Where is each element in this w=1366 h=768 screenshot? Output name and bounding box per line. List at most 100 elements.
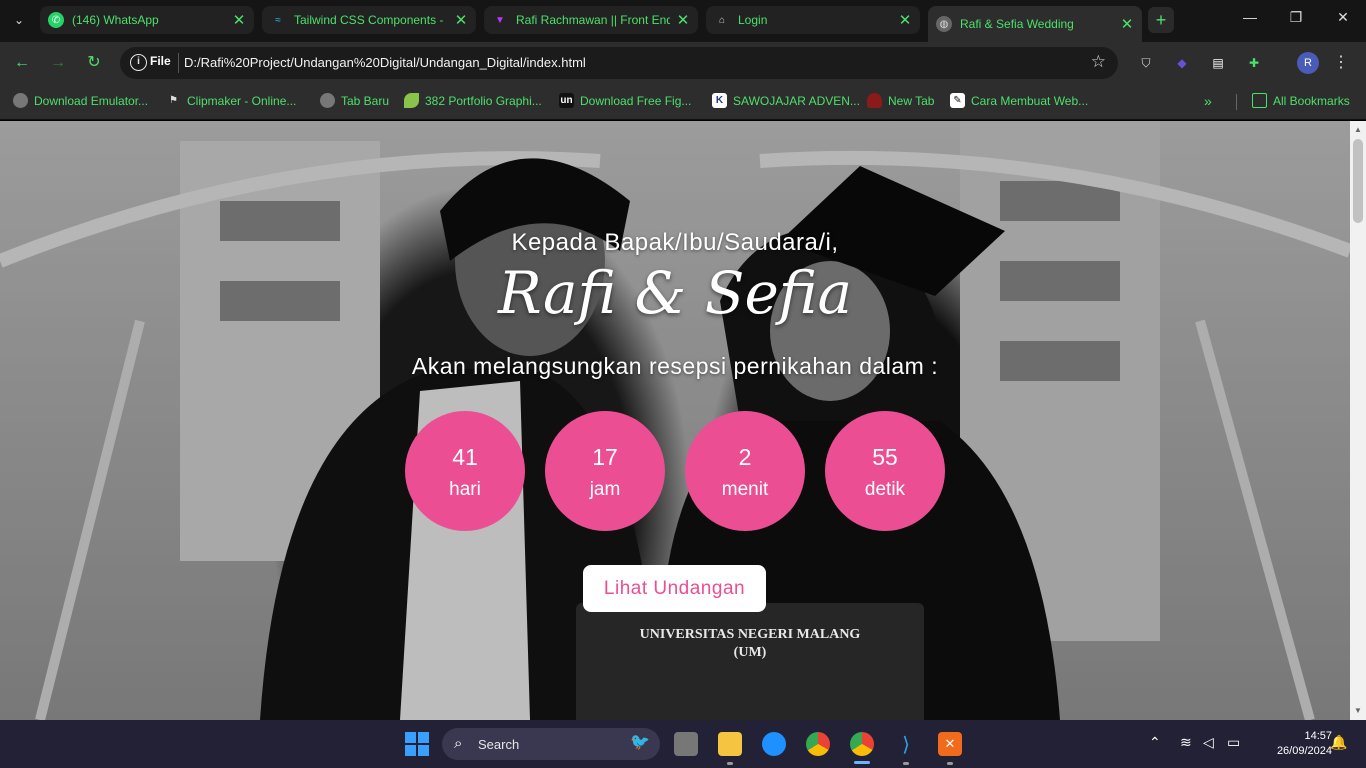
bookmark-item[interactable]: Tab Baru bbox=[320, 93, 389, 108]
bookmark-label: Cara Membuat Web... bbox=[971, 93, 1089, 108]
star-icon[interactable]: ☆ bbox=[1091, 52, 1106, 72]
close-icon[interactable]: ✕ bbox=[232, 11, 246, 29]
open-invitation-button[interactable]: Lihat Undangan bbox=[583, 565, 766, 612]
scroll-up-icon[interactable]: ▲ bbox=[1353, 125, 1363, 134]
countdown-unit: detik bbox=[864, 479, 906, 500]
couple-names: Rafi & Sefia bbox=[497, 259, 853, 327]
leaf-icon bbox=[404, 93, 419, 108]
close-icon[interactable]: ✕ bbox=[454, 11, 468, 29]
un-icon: un bbox=[559, 93, 574, 108]
bookmark-item[interactable]: 382 Portfolio Graphi... bbox=[404, 93, 542, 108]
scheme-chip[interactable]: File bbox=[150, 54, 171, 68]
bookmark-item[interactable]: Download Emulator... bbox=[13, 93, 148, 108]
diamond-extension-icon[interactable]: ◆ bbox=[1173, 54, 1191, 72]
tab-search-button[interactable]: ⌄ bbox=[6, 8, 32, 32]
windows-taskbar: ⌕ Search 🐦 ⟩ ✕ ⌃ ≋ ◁ ▭ 14:57 26/09/2024 … bbox=[0, 720, 1366, 768]
running-indicator bbox=[727, 762, 733, 765]
edge-icon[interactable] bbox=[762, 732, 786, 756]
system-clock[interactable]: 14:57 26/09/2024 bbox=[1252, 729, 1332, 759]
bookmark-label: 382 Portfolio Graphi... bbox=[425, 93, 542, 108]
globe-icon bbox=[13, 93, 28, 108]
bookmark-item[interactable]: K SAWOJAJAR ADVEN... bbox=[712, 93, 860, 108]
tab-title: Tailwind CSS Components - bbox=[294, 13, 444, 27]
menu-kebab-icon[interactable]: ⋮ bbox=[1333, 52, 1349, 72]
search-icon: ⌕ bbox=[454, 735, 463, 752]
tab-title: Rafi & Sefia Wedding bbox=[960, 17, 1074, 31]
volume-icon[interactable]: ◁ bbox=[1203, 734, 1214, 751]
diploma-book: UNIVERSITAS NEGERI MALANG (UM) bbox=[576, 603, 924, 720]
wifi-icon[interactable]: ≋ bbox=[1180, 734, 1192, 751]
home-icon: ⌂ bbox=[718, 14, 726, 26]
info-icon[interactable]: i bbox=[130, 54, 147, 71]
bookmark-item[interactable]: New Tab bbox=[867, 93, 934, 108]
close-window-icon[interactable]: ✕ bbox=[1331, 9, 1355, 26]
chrome-icon[interactable] bbox=[806, 732, 830, 756]
address-bar[interactable]: i File D:/Rafi%20Project/Undangan%20Digi… bbox=[120, 47, 1118, 79]
chevron-right-icon[interactable]: » bbox=[1204, 93, 1212, 109]
bookmark-label: Clipmaker - Online... bbox=[187, 93, 297, 108]
scroll-down-icon[interactable]: ▼ bbox=[1353, 706, 1363, 715]
shield-extension-icon[interactable]: ⛉ bbox=[1137, 54, 1155, 72]
close-icon[interactable]: ✕ bbox=[1120, 15, 1134, 33]
tab-tailwind[interactable]: ≈ Tailwind CSS Components - ✕ bbox=[262, 6, 476, 34]
notification-bell-icon[interactable]: 🔔 bbox=[1330, 734, 1347, 751]
countdown-value: 41 bbox=[452, 444, 478, 470]
bookmark-item[interactable]: un Download Free Fig... bbox=[559, 93, 691, 108]
minimize-icon[interactable]: — bbox=[1238, 9, 1262, 25]
k-icon: K bbox=[712, 93, 727, 108]
browser-toolbar: ← → ↻ i File D:/Rafi%20Project/Undangan%… bbox=[0, 42, 1366, 84]
taskbar-search[interactable]: ⌕ Search 🐦 bbox=[442, 728, 660, 760]
chrome-profile-icon[interactable] bbox=[850, 732, 874, 756]
new-tab-button[interactable]: + bbox=[1148, 7, 1174, 33]
tab-title: Login bbox=[738, 13, 768, 27]
close-icon[interactable]: ✕ bbox=[676, 11, 690, 29]
profile-avatar[interactable]: R bbox=[1297, 52, 1319, 74]
url-text[interactable]: D:/Rafi%20Project/Undangan%20Digital/Und… bbox=[184, 55, 586, 70]
windows-start-icon[interactable] bbox=[405, 732, 429, 756]
vscode-icon[interactable]: ⟩ bbox=[894, 732, 918, 756]
tab-portfolio[interactable]: ▼ Rafi Rachmawan || Front End ✕ bbox=[484, 6, 698, 34]
file-explorer-icon[interactable] bbox=[718, 732, 742, 756]
restore-icon[interactable]: ❐ bbox=[1284, 9, 1308, 26]
countdown-minutes: 2 menit bbox=[685, 411, 805, 531]
chevron-up-icon[interactable]: ⌃ bbox=[1149, 734, 1161, 751]
tab-title: Rafi Rachmawan || Front End bbox=[516, 13, 670, 27]
document-extension-icon[interactable]: ▤ bbox=[1209, 54, 1227, 72]
bookmark-label: Tab Baru bbox=[341, 93, 390, 108]
tab-login[interactable]: ⌂ Login ✕ bbox=[706, 6, 920, 34]
tab-wedding[interactable]: ◍ Rafi & Sefia Wedding ✕ bbox=[928, 6, 1142, 42]
tab-title: (146) WhatsApp bbox=[72, 13, 159, 27]
task-view-icon[interactable] bbox=[674, 732, 698, 756]
bookmark-label: All Bookmarks bbox=[1273, 93, 1350, 108]
page-scrollbar[interactable]: ▲ ▼ bbox=[1350, 121, 1366, 720]
countdown-hours: 17 jam bbox=[545, 411, 665, 531]
scroll-thumb[interactable] bbox=[1353, 139, 1363, 223]
close-icon[interactable]: ✕ bbox=[898, 11, 912, 29]
pen-icon: ✎ bbox=[950, 93, 965, 108]
all-bookmarks[interactable]: All Bookmarks bbox=[1252, 93, 1350, 108]
battery-icon[interactable]: ▭ bbox=[1227, 734, 1240, 751]
tab-strip: ⌄ ✆ (146) WhatsApp ✕ ≈ Tailwind CSS Comp… bbox=[0, 0, 1366, 42]
bookmark-item[interactable]: ✎ Cara Membuat Web... bbox=[950, 93, 1088, 108]
countdown-value: 55 bbox=[872, 444, 898, 470]
xampp-icon[interactable]: ✕ bbox=[938, 732, 962, 756]
tab-whatsapp[interactable]: ✆ (146) WhatsApp ✕ bbox=[40, 6, 254, 34]
mushroom-icon bbox=[867, 93, 882, 108]
active-indicator bbox=[854, 761, 870, 764]
countdown-days: 41 hari bbox=[405, 411, 525, 531]
tailwind-icon: ≈ bbox=[275, 14, 281, 26]
book-text: (UM) bbox=[733, 645, 767, 660]
reload-icon[interactable]: ↻ bbox=[83, 52, 105, 74]
bookmarks-bar: Download Emulator... ⚑ Clipmaker - Onlin… bbox=[0, 84, 1366, 120]
bookmark-item[interactable]: ⚑ Clipmaker - Online... bbox=[166, 93, 296, 108]
countdown-unit: menit bbox=[721, 479, 769, 500]
back-icon[interactable]: ← bbox=[11, 52, 33, 74]
running-indicator bbox=[947, 762, 953, 765]
puzzle-icon[interactable]: ✚ bbox=[1245, 54, 1263, 72]
running-indicator bbox=[903, 762, 909, 765]
countdown-seconds: 55 detik bbox=[825, 411, 945, 531]
book-text: UNIVERSITAS NEGERI MALANG bbox=[639, 627, 861, 642]
globe-icon: ◍ bbox=[936, 16, 952, 32]
event-subtitle: Akan melangsungkan resepsi pernikahan da… bbox=[411, 353, 939, 379]
forward-icon[interactable]: → bbox=[47, 52, 69, 74]
